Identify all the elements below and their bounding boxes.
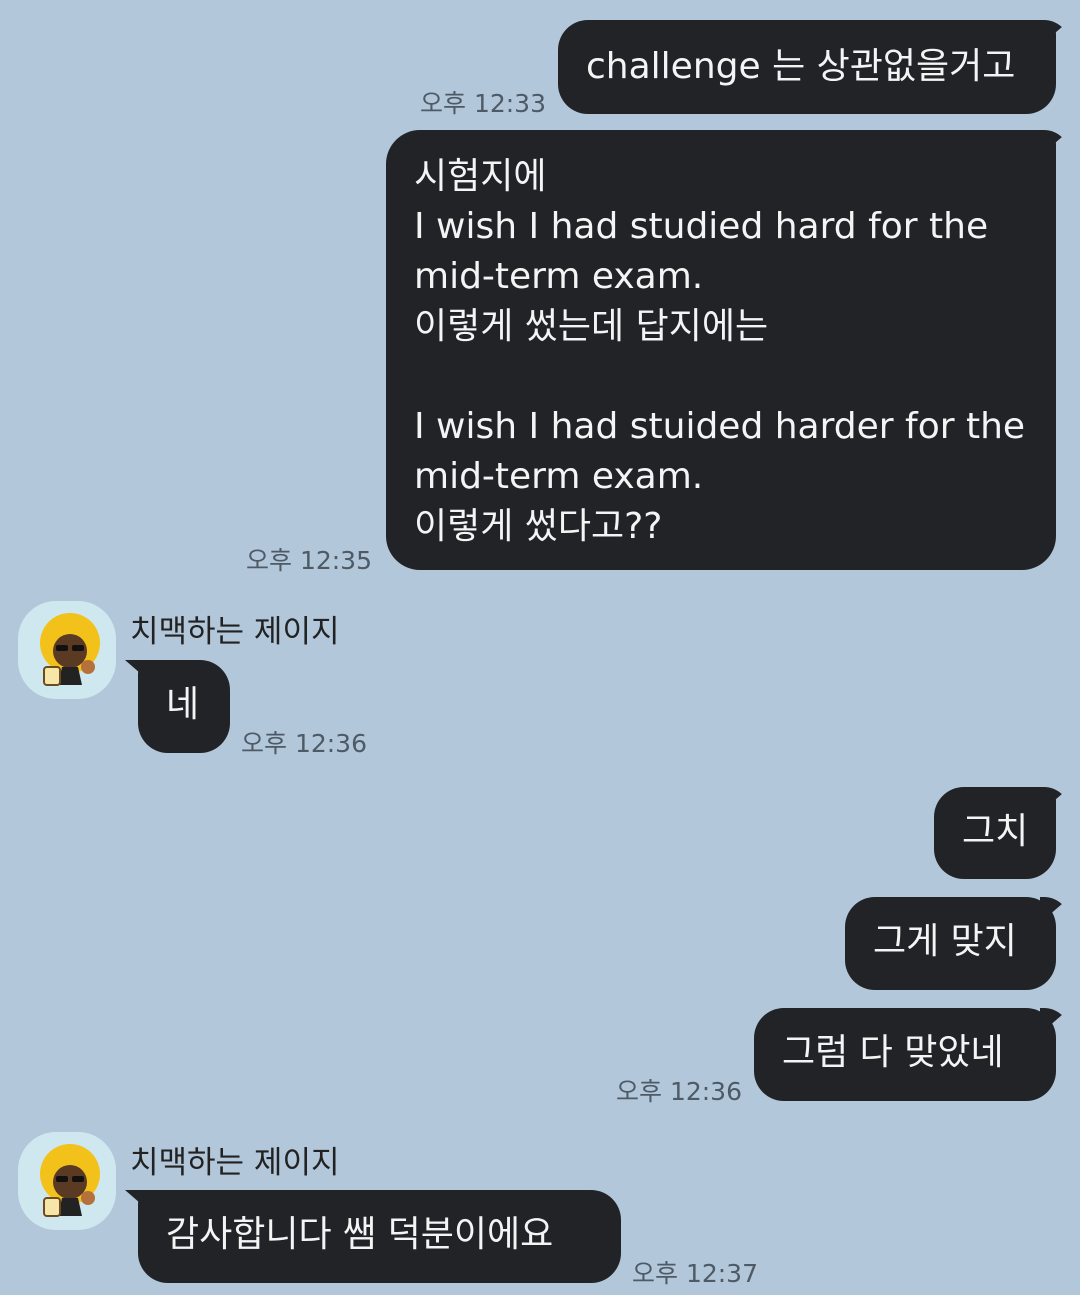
afro-character-avatar-icon xyxy=(40,613,100,686)
message-bubble-sent[interactable]: 시험지에 I wish I had studied hard for the m… xyxy=(386,130,1056,570)
message-bubble-received[interactable]: 네 xyxy=(138,660,230,753)
message-bubble-sent[interactable]: 그럼 다 맞았네 xyxy=(754,1008,1056,1101)
message-time: 오후 12:37 xyxy=(632,1259,758,1288)
message-time: 오후 12:35 xyxy=(246,546,372,575)
contact-avatar[interactable] xyxy=(18,1132,116,1230)
message-bubble-sent[interactable]: 그치 xyxy=(934,787,1056,879)
message-bubble-received[interactable]: 감사합니다 쌤 덕분이에요 xyxy=(138,1190,621,1283)
sender-name: 치맥하는 제이지 xyxy=(130,614,340,650)
afro-character-avatar-icon xyxy=(40,1144,100,1217)
contact-avatar[interactable] xyxy=(18,601,116,699)
message-bubble-sent[interactable]: challenge 는 상관없을거고 xyxy=(558,20,1056,114)
message-time: 오후 12:36 xyxy=(241,729,367,758)
message-time: 오후 12:33 xyxy=(420,89,546,118)
message-time: 오후 12:36 xyxy=(616,1077,742,1106)
message-bubble-sent[interactable]: 그게 맞지 xyxy=(845,897,1056,990)
sender-name: 치맥하는 제이지 xyxy=(130,1145,340,1181)
